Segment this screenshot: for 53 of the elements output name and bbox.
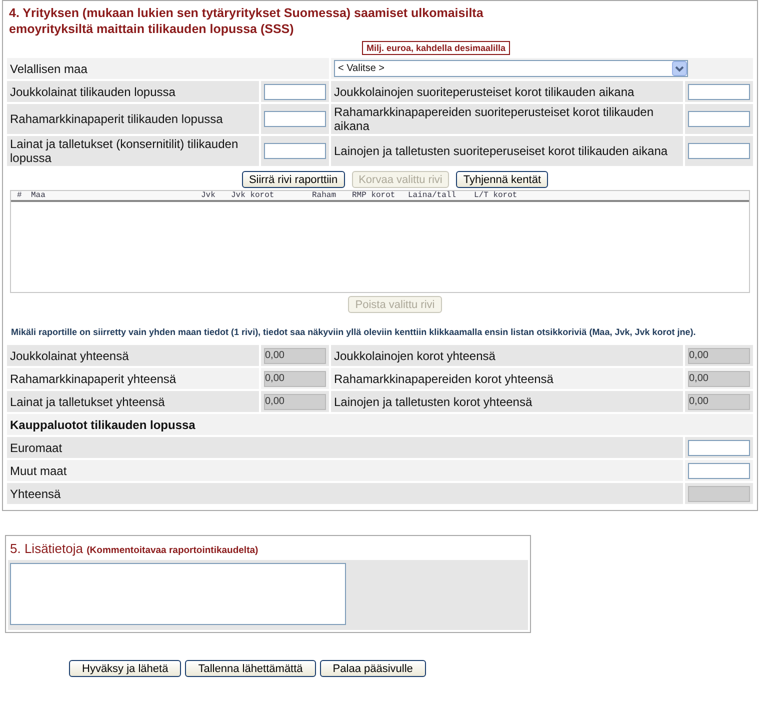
- field-label: Lainat ja talletukset (konsernitilit) tilikauden lopussa: [7, 136, 259, 166]
- amount-input[interactable]: [688, 111, 750, 127]
- field-label: Euromaat: [7, 437, 683, 458]
- section-title: 4. Yrityksen (mukaan lukien sen tytäryritykset Suomessa) saamiset ulkomaisilta emoyrityksiltä maittain tilikauden lopussa (SSS): [9, 5, 484, 37]
- column-header[interactable]: Maa: [31, 191, 201, 200]
- comment-field[interactable]: [10, 563, 346, 625]
- field-label: Joukkolainojen suoriteperusteiset korot tilikauden aikana: [331, 81, 683, 102]
- field-label: Rahamarkkinapaperit tilikauden lopussa: [7, 104, 259, 134]
- column-header[interactable]: Raham: [312, 191, 352, 200]
- field-label: Lainat ja talletukset yhteensä: [7, 391, 259, 412]
- column-header[interactable]: Jvk: [201, 191, 231, 200]
- field-label: Lainojen ja talletusten korot yhteensä: [331, 391, 683, 412]
- total-field[interactable]: [688, 486, 750, 502]
- total-field[interactable]: 0,00: [688, 348, 750, 364]
- field-label: Yhteensä: [7, 483, 683, 504]
- field-label: Velallisen maa: [7, 58, 329, 79]
- field-label: Muut maat: [7, 460, 683, 481]
- info-note: Mikäli raportille on siirretty vain yhden maan tiedot (1 rivi), tiedot saa näkyviin yllä oleviin kenttiin klikkaamalla ensin listan otsikkoriviä (Maa, Jvk, Jvk korot jne).: [11, 327, 697, 337]
- button[interactable]: Hyväksy ja lähetä: [69, 660, 182, 677]
- button[interactable]: Tallenna lähettämättä: [185, 660, 316, 677]
- column-header[interactable]: Jvk korot: [231, 191, 312, 200]
- section-subtitle: (Kommentoitavaa raportointikaudelta): [86, 545, 258, 556]
- amount-input[interactable]: [688, 440, 750, 456]
- button[interactable]: Tyhjennä kentät: [456, 171, 548, 188]
- field-label: Rahamarkkinapaperit yhteensä: [7, 368, 259, 389]
- button[interactable]: Siirrä rivi raporttiin: [242, 171, 345, 188]
- report-list[interactable]: # Maa Jvk Jvk korot Raham RMP korot Laina/tall L/T korot: [10, 190, 750, 293]
- unit-note: Milj. euroa, kahdella desimaalilla: [362, 41, 510, 55]
- column-header[interactable]: #: [17, 191, 31, 200]
- section-title: 5. Lisätietoja: [10, 541, 83, 556]
- field-label: Joukkolainat tilikauden lopussa: [7, 81, 259, 102]
- amount-input[interactable]: [264, 143, 326, 159]
- column-header[interactable]: L/T korot: [474, 191, 534, 200]
- column-header[interactable]: RMP korot: [352, 191, 408, 200]
- amount-input[interactable]: [264, 84, 326, 100]
- field-label: Rahamarkkinapapereiden korot yhteensä: [331, 368, 683, 389]
- field-label: Joukkolainojen korot yhteensä: [331, 345, 683, 366]
- amount-input[interactable]: [688, 462, 750, 478]
- amount-input[interactable]: [688, 84, 750, 100]
- field-label: Lainojen ja talletusten suoriteperuseiset korot tilikauden aikana: [331, 136, 683, 166]
- total-field[interactable]: 0,00: [264, 394, 326, 410]
- total-field[interactable]: 0,00: [264, 348, 326, 364]
- column-header[interactable]: Laina/tall: [408, 191, 474, 200]
- total-field[interactable]: 0,00: [688, 394, 750, 410]
- amount-input[interactable]: [688, 143, 750, 159]
- button[interactable]: Palaa pääsivulle: [320, 660, 426, 677]
- total-field[interactable]: 0,00: [688, 370, 750, 386]
- field-label: Rahamarkkinapapereiden suoriteperusteiset korot tilikauden aikana: [331, 104, 683, 134]
- subsection-heading: Kauppaluotot tilikauden lopussa: [7, 414, 753, 435]
- country-select[interactable]: < Valitse >: [334, 60, 688, 77]
- total-field[interactable]: 0,00: [264, 370, 326, 386]
- field-label: Joukkolainat yhteensä: [7, 345, 259, 366]
- amount-input[interactable]: [264, 111, 326, 127]
